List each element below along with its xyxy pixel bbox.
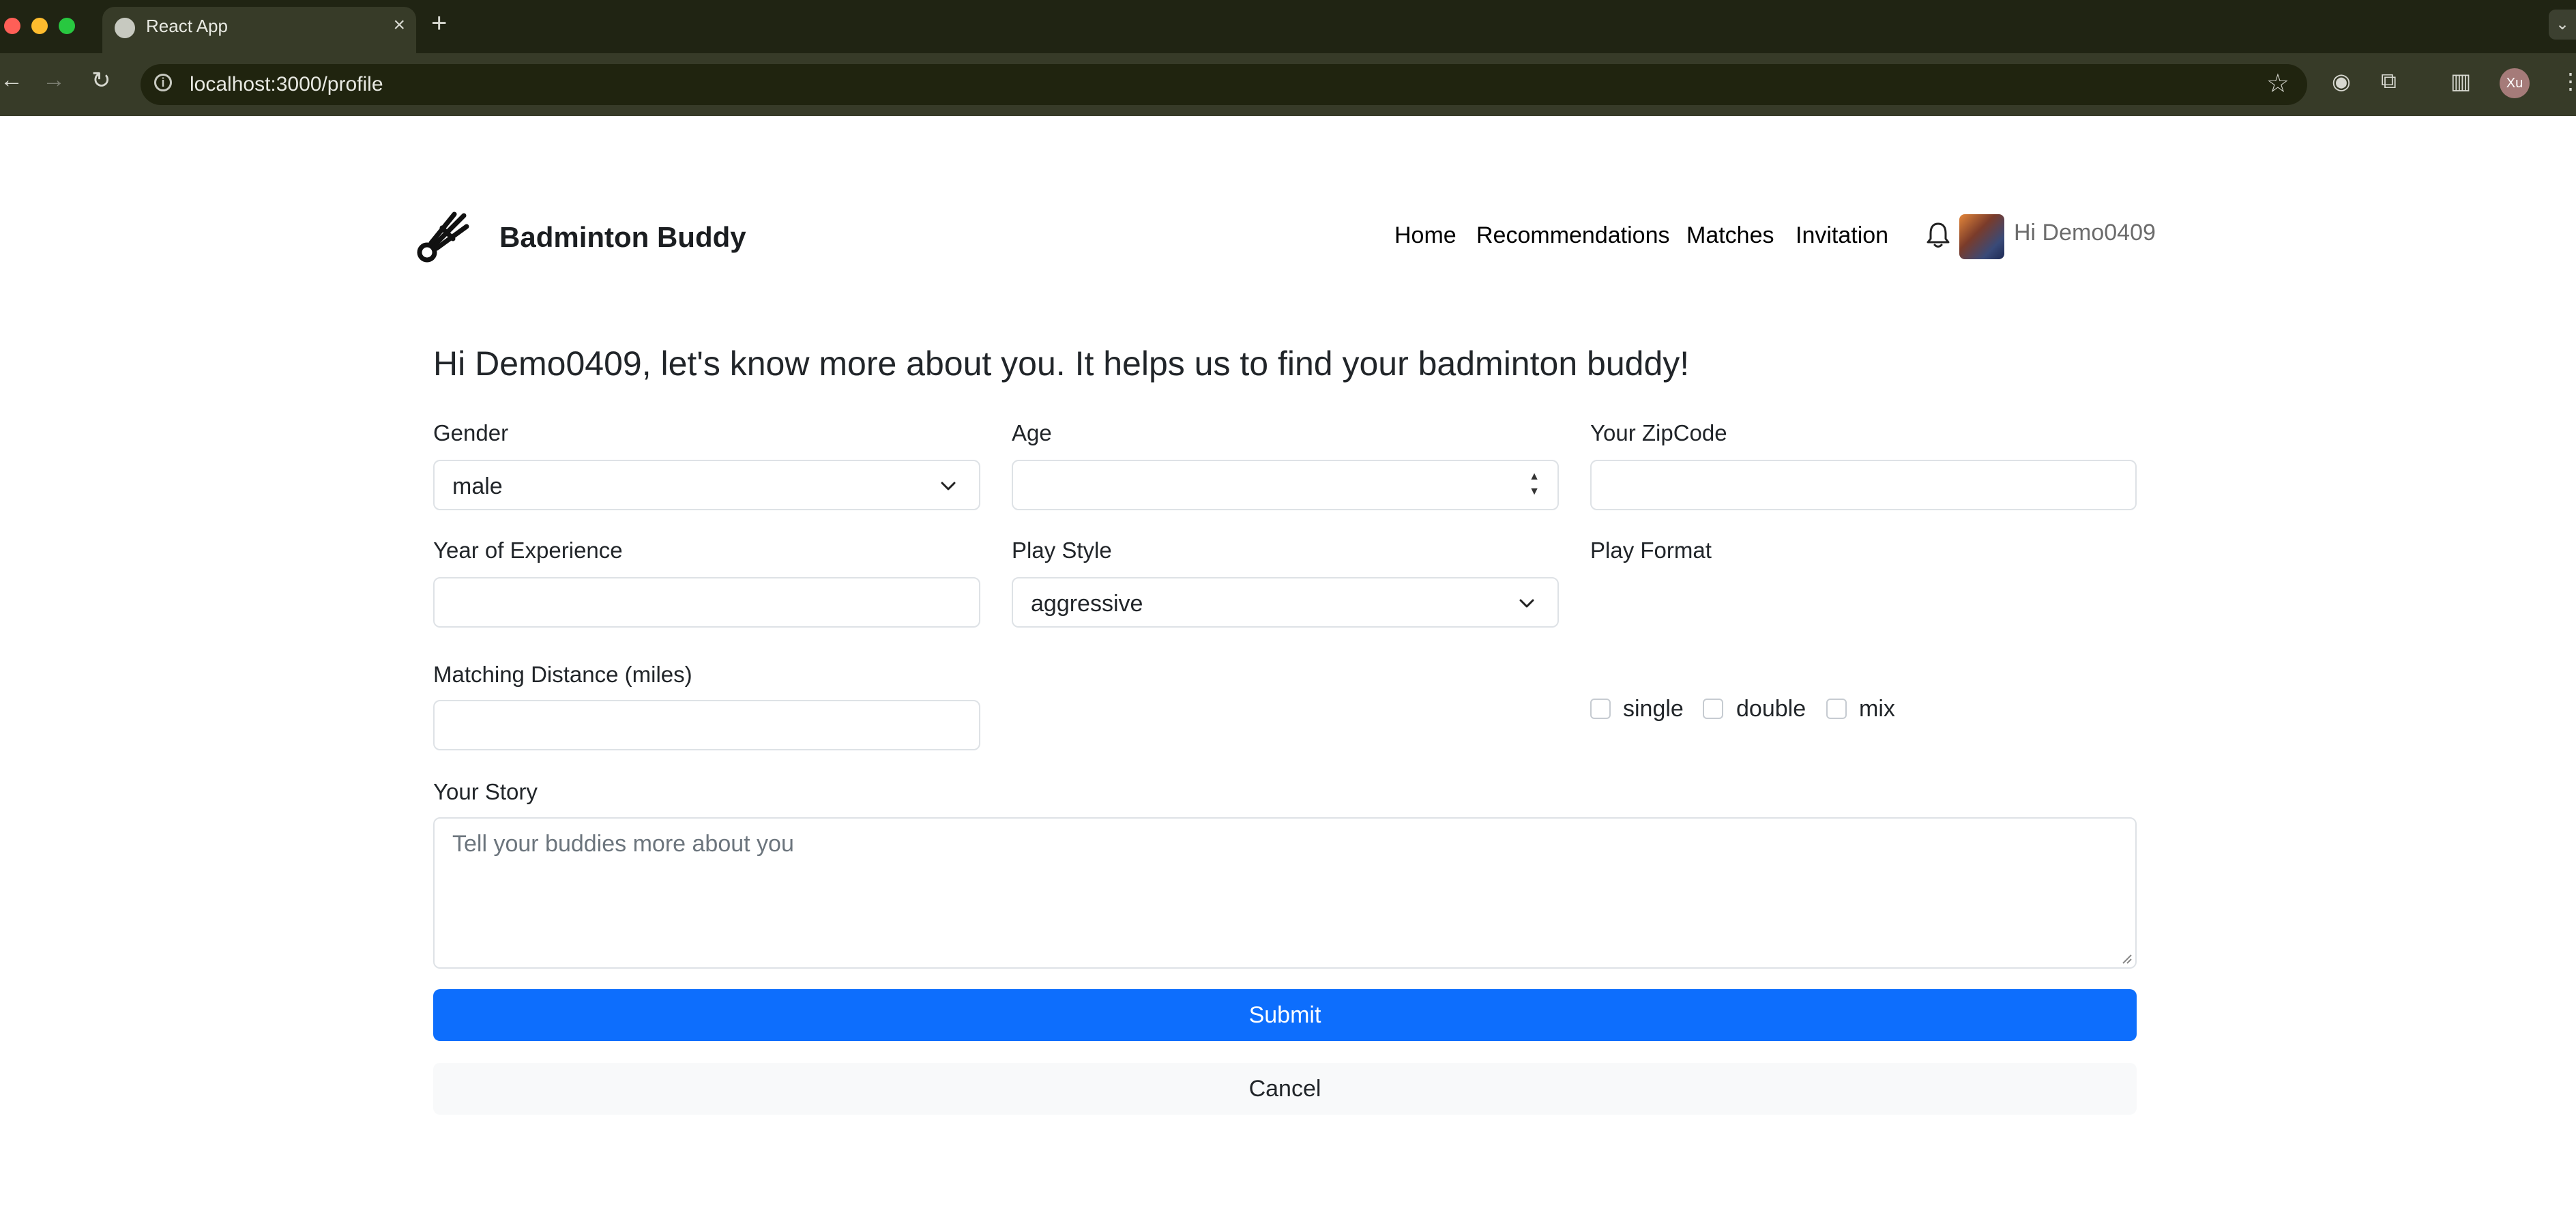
user-greeting[interactable]: Hi Demo0409 <box>2014 220 2156 246</box>
story-label: Your Story <box>433 779 538 804</box>
number-spinner-icon[interactable]: ▲ ▼ <box>1526 469 1542 502</box>
shuttlecock-logo-icon[interactable] <box>415 209 471 265</box>
tab-close-icon[interactable]: × <box>393 14 405 37</box>
nav-link-home[interactable]: Home <box>1394 222 1457 249</box>
info-icon[interactable]: i <box>154 74 172 91</box>
story-textarea[interactable]: Tell your buddies more about you <box>433 817 2137 969</box>
play-format-label: Play Format <box>1590 538 1712 563</box>
profile-avatar[interactable]: Xu <box>2500 68 2530 98</box>
story-placeholder: Tell your buddies more about you <box>452 831 794 857</box>
play-style-select[interactable]: aggressive <box>1012 577 1559 628</box>
age-input[interactable]: ▲ ▼ <box>1012 460 1559 510</box>
reload-icon[interactable]: ↻ <box>91 67 111 94</box>
forward-arrow-icon[interactable]: → <box>42 67 65 93</box>
nav-link-matches[interactable]: Matches <box>1686 222 1774 249</box>
globe-icon <box>115 18 135 38</box>
gender-value: male <box>452 473 503 499</box>
window-zoom-button[interactable] <box>59 18 75 34</box>
puzzle-icon[interactable]: ⧉ <box>2381 68 2397 94</box>
url-text[interactable]: localhost:3000/profile <box>190 73 383 96</box>
checkbox-single[interactable] <box>1590 699 1611 719</box>
star-icon[interactable]: ☆ <box>2266 68 2289 99</box>
gender-label: Gender <box>433 420 509 445</box>
tab-title: React App <box>146 16 228 36</box>
checkbox-double[interactable] <box>1703 699 1723 719</box>
tab-search-chevron-icon[interactable]: ⌄ <box>2549 10 2576 40</box>
play-style-label: Play Style <box>1012 538 1112 563</box>
page-content: Badminton Buddy Home Recommendations Mat… <box>0 116 2576 1232</box>
experience-label: Year of Experience <box>433 538 623 563</box>
age-label: Age <box>1012 420 1052 445</box>
play-style-value: aggressive <box>1031 591 1143 617</box>
checkbox-double-label[interactable]: double <box>1736 696 1806 722</box>
avatar[interactable] <box>1959 214 2004 259</box>
address-bar[interactable]: i localhost:3000/profile ☆ <box>141 64 2307 105</box>
checkbox-single-label[interactable]: single <box>1623 696 1684 722</box>
back-arrow-icon[interactable]: ← <box>0 67 23 93</box>
distance-input[interactable] <box>433 700 980 750</box>
chevron-down-icon <box>1519 599 1534 608</box>
bell-icon[interactable] <box>1925 220 1951 250</box>
new-tab-button[interactable]: + <box>431 8 447 39</box>
browser-toolbar: ← → ↻ i localhost:3000/profile ☆ ◉ ⧉ ▥ X… <box>0 53 2576 116</box>
submit-button[interactable]: Submit <box>433 989 2137 1041</box>
distance-label: Matching Distance (miles) <box>433 662 692 687</box>
cancel-button[interactable]: Cancel <box>433 1063 2137 1115</box>
gender-select[interactable]: male <box>433 460 980 510</box>
nav-link-invitation[interactable]: Invitation <box>1796 222 1888 249</box>
checkbox-mix[interactable] <box>1826 699 1847 719</box>
resize-handle-icon[interactable] <box>2122 954 2133 965</box>
chevron-down-icon <box>941 482 956 490</box>
menu-dots-icon[interactable]: ⋮ <box>2560 68 2576 94</box>
browser-tab-strip: React App × + ⌄ <box>0 0 2576 53</box>
window-minimize-button[interactable] <box>31 18 48 34</box>
browser-tab[interactable]: React App × <box>102 7 416 53</box>
window-close-button[interactable] <box>4 18 20 34</box>
side-panel-icon[interactable]: ▥ <box>2450 68 2471 94</box>
zipcode-label: Your ZipCode <box>1590 420 1727 445</box>
extension-icon[interactable]: ◉ <box>2332 68 2351 94</box>
page-title: Hi Demo0409, let's know more about you. … <box>433 344 1690 383</box>
nav-link-recommendations[interactable]: Recommendations <box>1476 222 1669 249</box>
experience-input[interactable] <box>433 577 980 628</box>
zipcode-input[interactable] <box>1590 460 2137 510</box>
brand-name[interactable]: Badminton Buddy <box>499 221 746 254</box>
checkbox-mix-label[interactable]: mix <box>1859 696 1895 722</box>
